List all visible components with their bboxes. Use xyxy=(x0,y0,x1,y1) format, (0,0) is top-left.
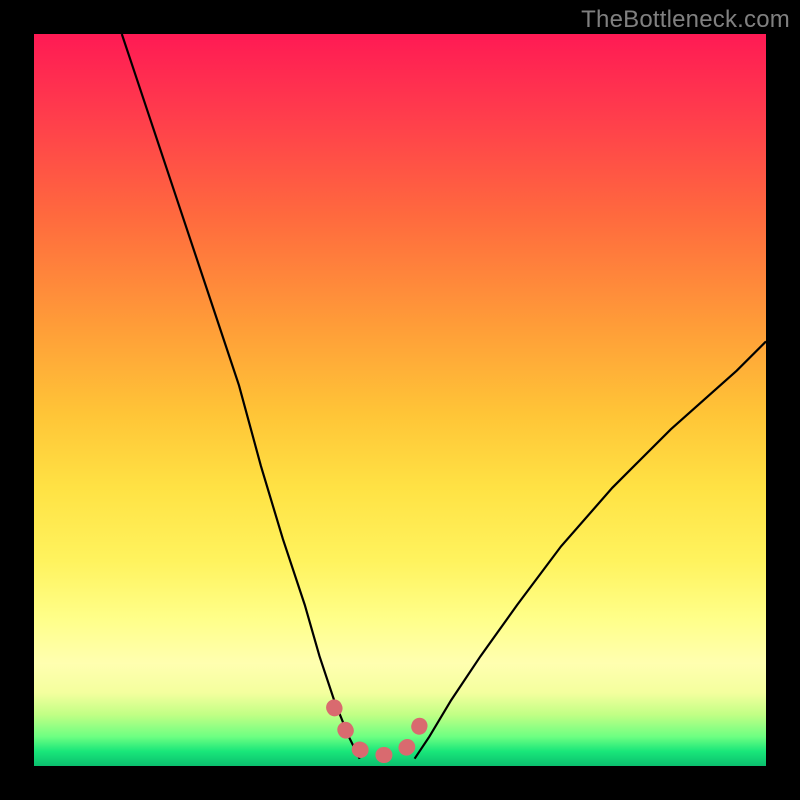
plot-area xyxy=(34,34,766,766)
valley-highlight xyxy=(334,707,426,755)
curve-overlay xyxy=(34,34,766,766)
right-curve xyxy=(415,341,766,758)
watermark-text: TheBottleneck.com xyxy=(581,6,790,34)
chart-frame: TheBottleneck.com xyxy=(0,0,800,800)
left-curve xyxy=(122,34,360,759)
